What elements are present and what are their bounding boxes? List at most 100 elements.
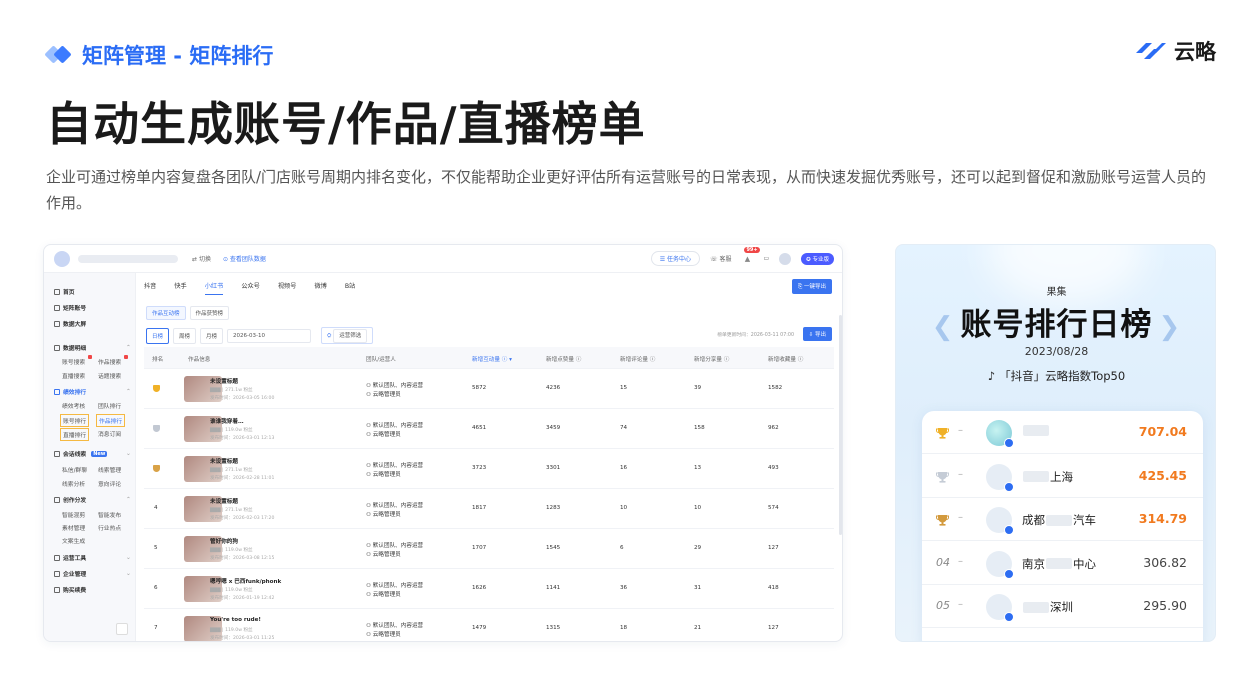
tab-weibo[interactable]: 微博 — [314, 281, 326, 295]
cell-comments: 16 — [620, 465, 628, 471]
ranking-title: ❮ 账号排行日榜 ❯ — [896, 299, 1215, 344]
col-comments[interactable]: 新增评论量 ⓘ — [620, 355, 655, 363]
col-shares[interactable]: 新增分享量 ⓘ — [694, 355, 729, 363]
scrollbar[interactable] — [839, 315, 842, 535]
sidebar-item-creation[interactable]: 创作分发 ⌃ — [54, 495, 131, 504]
subtab-likes[interactable]: 作品获赞榜 — [189, 306, 230, 320]
sidebar-label: 首页 — [63, 290, 75, 296]
table-row[interactable]: 谁谁我穿着… ▇▇▇ | 119.0w 粉丝 发布时间：2026-03-01 1… — [144, 409, 834, 449]
sidebar-label: 数据明细 — [63, 346, 87, 352]
sidebar-sub-performance[interactable]: 绩效考核 — [62, 401, 85, 410]
sidebar-sub-lead-analysis[interactable]: 线索分析 — [62, 479, 85, 488]
bell-icon[interactable]: ▲ 99+ — [741, 246, 760, 265]
sidebar-sub-live-search[interactable]: 直播搜索 — [62, 371, 85, 380]
task-center-button[interactable]: ☰ 任务中心 — [650, 251, 701, 266]
ranking-row[interactable]: 05– 深圳 295.90 — [922, 585, 1203, 628]
table-row[interactable]: 未设置标题 ▇▇▇ | 271.1w 粉丝 发布时间：2026-03-05 16… — [144, 369, 834, 409]
tab-xiaohongshu[interactable]: 小红书 — [204, 281, 224, 295]
chevron-down-icon: ⌄ — [126, 554, 131, 561]
team-data-link[interactable]: ⊙ 查看团队数据 — [223, 254, 266, 263]
date-picker[interactable]: 2026-03-10 — [227, 328, 312, 343]
table-row[interactable]: 6 嗯哼嗯 x 巴西funk/phonk ▇▇▇ | 119.0w 粉丝 发布时… — [144, 569, 834, 609]
sidebar-sub-topic-search[interactable]: 话题搜索 — [98, 371, 121, 380]
table-row[interactable]: 未设置标题 ▇▇▇ | 271.1w 粉丝 发布时间：2026-02-28 11… — [144, 449, 834, 489]
sidebar-item-data-screen[interactable]: 数据大屏 — [54, 319, 86, 328]
sidebar-sub-work-search[interactable]: 作品搜索 — [98, 355, 128, 366]
sidebar-item-enterprise[interactable]: 企业管理 ⌄ — [54, 569, 131, 578]
ranking-row[interactable]: – 上海 425.45 — [922, 455, 1203, 498]
tab-channels[interactable]: 视频号 — [278, 281, 297, 295]
work-fans: ▇▇▇ | 119.0w 粉丝 — [210, 588, 253, 593]
tab-douyin[interactable]: 抖音 — [144, 281, 156, 295]
period-week[interactable]: 周榜 — [173, 327, 197, 344]
operator-name: ⚇ 云略管理员 — [366, 432, 401, 438]
sidebar-sub-account-ranking[interactable]: 账号排行 — [60, 414, 90, 427]
section-title-text: 矩阵管理 - 矩阵排行 — [82, 44, 274, 68]
switch-button[interactable]: ⇄ 切换 — [192, 254, 211, 263]
work-title[interactable]: You're too rude! — [210, 617, 261, 623]
export-button[interactable]: ⇩ 导出 — [802, 327, 832, 341]
tab-wechat-oa[interactable]: 公众号 — [241, 281, 260, 295]
export-all-button[interactable]: ⎘ 一键导出 — [791, 279, 832, 294]
sidebar-sub-private-msg[interactable]: 私信/群聊 — [62, 465, 87, 474]
sidebar-sub-copy-gen[interactable]: 文案生成 — [62, 536, 85, 545]
table-row[interactable]: 5 管好你的狗 ▇▇▇ | 119.0w 粉丝 发布时间：2026-03-08 … — [144, 529, 834, 569]
team-name: ⚇ 默认团队、内容运营 — [366, 503, 424, 509]
period-month[interactable]: 月榜 — [200, 327, 224, 344]
table-row[interactable]: 7 You're too rude! ▇▇▇ | 119.0w 粉丝 发布时间：… — [144, 609, 834, 641]
sidebar-item-ranking[interactable]: 绩效排行 ⌃ — [54, 387, 131, 396]
work-title[interactable]: 未设置标题 — [210, 377, 238, 385]
tab-bilibili[interactable]: B站 — [345, 281, 355, 295]
sidebar-sub-intent-comments[interactable]: 意向评论 — [98, 479, 121, 488]
sidebar-item-lead[interactable]: 会话线索 New ⌄ — [54, 449, 131, 458]
sidebar-item-purchase[interactable]: 购买续费 — [54, 585, 86, 594]
ranking-subtitle: ♪ 「抖音」云略指数Top50 — [896, 368, 1215, 384]
ranking-row[interactable]: – 成都 汽车 314.79 — [922, 498, 1203, 541]
customer-service-button[interactable]: ☏ 客服 — [710, 254, 731, 263]
sidebar-sub-lead-manage[interactable]: 线索管理 — [98, 465, 121, 474]
cell-comments: 6 — [620, 545, 624, 551]
col-likes[interactable]: 新增点赞量 ⓘ — [546, 355, 581, 363]
ranking-row[interactable]: – 707.04 — [922, 411, 1203, 454]
user-avatar[interactable] — [779, 252, 792, 265]
sidebar-item-home[interactable]: 首页 — [54, 287, 75, 296]
cell-favorites: 962 — [768, 425, 779, 431]
sidebar-item-matrix-account[interactable]: 矩阵账号 — [54, 303, 86, 312]
sidebar-sub-live-ranking[interactable]: 直播排行 — [60, 428, 90, 441]
period-day[interactable]: 日榜 — [146, 327, 170, 344]
subtab-interaction[interactable]: 作品互动榜 — [146, 306, 186, 320]
tab-kuaishou[interactable]: 快手 — [174, 281, 186, 295]
collapse-sidebar-icon[interactable] — [116, 623, 128, 635]
team-name: ⚇ 默认团队、内容运营 — [366, 383, 424, 389]
account-score: 425.45 — [1138, 467, 1187, 483]
col-favorites[interactable]: 新增收藏量 ⓘ — [768, 355, 803, 363]
work-title[interactable]: 未设置标题 — [210, 457, 238, 465]
advanced-filter-button[interactable]: ⛭ 运营筛选 — [321, 327, 374, 344]
work-title[interactable]: 嗯哼嗯 x 巴西funk/phonk — [210, 577, 281, 585]
sidebar-sub-team-ranking[interactable]: 团队排行 — [98, 401, 121, 410]
sidebar-sub-smart-publish[interactable]: 智能发布 — [98, 510, 121, 519]
sidebar-sub-industry-hot[interactable]: 行业热点 — [98, 523, 121, 532]
work-title[interactable]: 未设置标题 — [210, 497, 238, 505]
team-name: ⚇ 默认团队、内容运营 — [366, 423, 424, 429]
sidebar-sub-message-subscribe[interactable]: 消息订阅 — [98, 429, 121, 438]
sidebar-sub-work-ranking[interactable]: 作品排行 — [96, 414, 126, 427]
sidebar-item-data-detail[interactable]: 数据明细 ⌃ — [54, 343, 131, 352]
table-row[interactable]: 4 未设置标题 ▇▇▇ | 271.1w 粉丝 发布时间：2026-02-03 … — [144, 489, 834, 529]
laurel-left-icon: ❮ — [931, 311, 955, 342]
account-score: 707.04 — [1138, 424, 1187, 439]
col-interaction[interactable]: 新增互动量 ⓘ ▾ — [472, 355, 512, 363]
cell-interaction: 1707 — [472, 545, 487, 551]
sidebar-item-ops-tools[interactable]: 运营工具 ⌄ — [54, 553, 131, 562]
work-title[interactable]: 谁谁我穿着… — [210, 417, 244, 425]
message-icon[interactable]: ▭ — [763, 255, 769, 262]
work-title[interactable]: 管好你的狗 — [210, 537, 238, 545]
trophy-icon — [936, 428, 949, 439]
cell-shares: 10 — [694, 505, 702, 511]
team-name: ⚇ 默认团队、内容运营 — [366, 463, 424, 469]
sidebar-sub-account-search[interactable]: 账号搜索 — [62, 355, 92, 366]
sidebar-sub-smart-mix[interactable]: 智能混剪 — [62, 510, 85, 519]
sidebar-sub-asset-mgmt[interactable]: 素材管理 — [62, 523, 85, 532]
ranking-subtabs: 作品互动榜 作品获赞榜 — [146, 306, 230, 320]
ranking-row[interactable]: 04– 南京 中心 306.82 — [922, 542, 1203, 585]
